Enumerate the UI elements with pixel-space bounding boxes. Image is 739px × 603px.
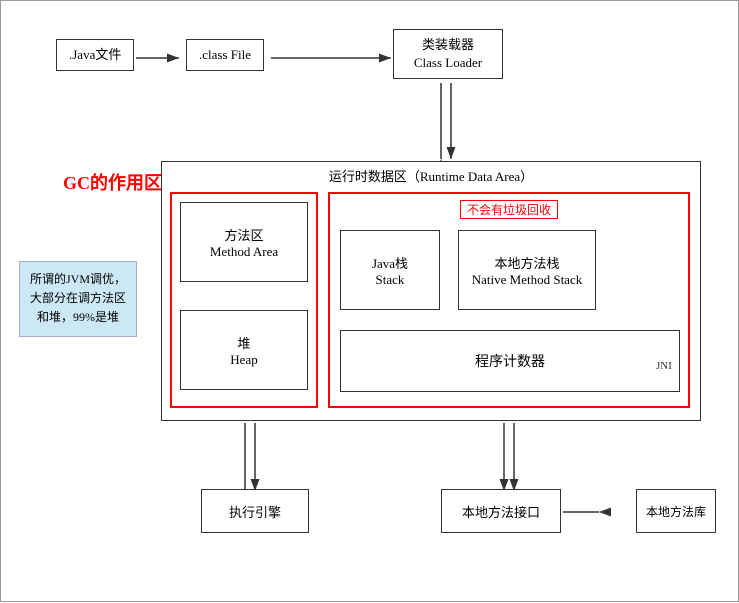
class-file-box: .class File [186, 39, 264, 71]
no-gc-area: 不会有垃圾回收 Java栈 Stack 本地方法栈 Native Method … [328, 192, 690, 408]
program-counter-box: 程序计数器 [340, 330, 680, 392]
native-method-lib-box: 本地方法库 [636, 489, 716, 533]
java-stack-line1: Java栈 [372, 253, 408, 272]
main-container: .Java文件 .class File 类装载器 Class Loader GC… [0, 0, 739, 602]
method-area-line2: Method Area [210, 244, 278, 260]
program-counter-label: 程序计数器 [475, 351, 545, 371]
classloader-line2: Class Loader [406, 54, 490, 72]
gc-area: 方法区 Method Area 堆 Heap [170, 192, 318, 408]
java-stack-box: Java栈 Stack [340, 230, 440, 310]
native-stack-line2: Native Method Stack [472, 272, 582, 288]
classloader-line1: 类装载器 [406, 36, 490, 54]
runtime-label: 运行时数据区（Runtime Data Area） [329, 166, 533, 185]
java-file-box: .Java文件 [56, 39, 134, 71]
exec-engine-label: 执行引擎 [229, 502, 281, 521]
classloader-box: 类装载器 Class Loader [393, 29, 503, 79]
native-stack-box: 本地方法栈 Native Method Stack [458, 230, 596, 310]
java-stack-line2: Stack [376, 272, 405, 288]
note-text: 所谓的JVM调优，大部分在调方法区和堆，99%是堆 [30, 272, 126, 324]
note-box: 所谓的JVM调优，大部分在调方法区和堆，99%是堆 [19, 261, 137, 337]
native-lib-label: 本地方法库 [646, 503, 706, 520]
exec-engine-box: 执行引擎 [201, 489, 309, 533]
class-file-label: .class File [199, 47, 251, 62]
heap-line2: Heap [230, 352, 257, 368]
native-stack-line1: 本地方法栈 [494, 253, 559, 272]
java-file-label: .Java文件 [69, 47, 121, 62]
no-gc-label: 不会有垃圾回收 [460, 200, 558, 219]
runtime-outer: 运行时数据区（Runtime Data Area） 方法区 Method Are… [161, 161, 701, 421]
heap-line1: 堆 [237, 333, 250, 352]
method-area-line1: 方法区 [224, 225, 263, 244]
jni-label: JNI [656, 360, 672, 372]
native-method-interface-box: 本地方法接口 [441, 489, 561, 533]
native-interface-label: 本地方法接口 [462, 502, 540, 521]
heap-box: 堆 Heap [180, 310, 308, 390]
method-area-box: 方法区 Method Area [180, 202, 308, 282]
